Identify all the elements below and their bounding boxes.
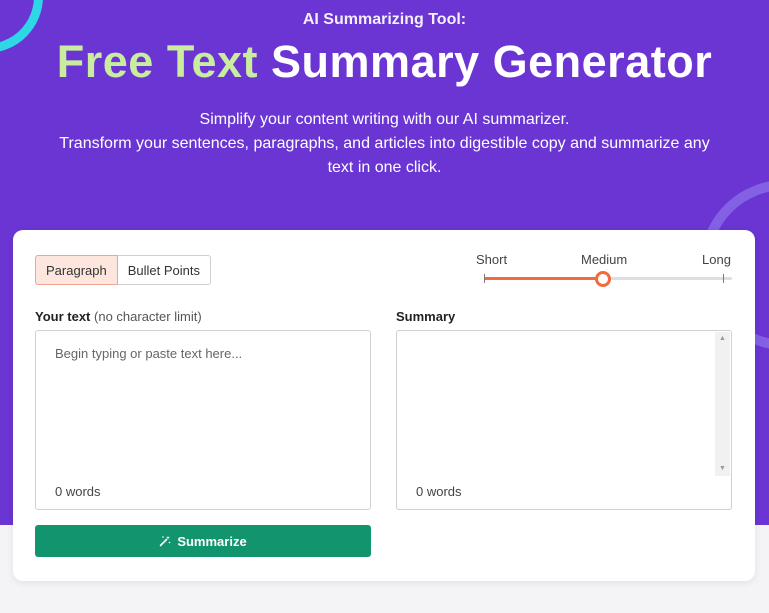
your-text-label: Your text (no character limit) <box>35 309 202 324</box>
slider-thumb[interactable] <box>595 271 611 287</box>
length-label-long: Long <box>702 252 731 267</box>
mode-paragraph-button[interactable]: Paragraph <box>35 255 118 285</box>
length-label-medium: Medium <box>581 252 628 267</box>
scroll-down-icon[interactable]: ▼ <box>715 462 730 476</box>
length-label-short: Short <box>476 252 508 267</box>
summarizer-card: Paragraph Bullet Points Short Medium Lon… <box>13 230 755 581</box>
slider-fill <box>484 277 603 280</box>
summary-word-count: 0 words <box>416 484 462 499</box>
mode-bullet-points-button[interactable]: Bullet Points <box>117 255 211 285</box>
mode-toggle: Paragraph Bullet Points <box>35 255 211 285</box>
slider-tick <box>723 274 724 283</box>
subtitle-line: text in one click. <box>327 159 442 176</box>
input-word-count: 0 words <box>55 484 101 499</box>
text-input[interactable]: Begin typing or paste text here... 0 wor… <box>35 330 371 510</box>
hero-subtitle: Simplify your content writing with our A… <box>20 108 749 180</box>
summarize-label: Summarize <box>177 533 247 549</box>
summary-title: Summary <box>396 309 456 324</box>
text-input-placeholder: Begin typing or paste text here... <box>55 346 243 361</box>
subtitle-line: Transform your sentences, paragraphs, an… <box>59 135 710 152</box>
summarize-button[interactable]: Summarize <box>35 525 371 557</box>
summary-label: Summary <box>396 309 455 324</box>
your-text-hint: (no character limit) <box>94 309 202 324</box>
length-slider[interactable]: Short Medium Long <box>476 252 733 292</box>
eyebrow-text: AI Summarizing Tool: <box>302 11 467 28</box>
slider-tick <box>484 274 485 283</box>
scroll-up-icon[interactable]: ▲ <box>715 332 730 346</box>
page-title: Free Text Summary Generator <box>0 36 769 88</box>
title-accent: Free Text <box>56 36 259 87</box>
summary-scrollbar[interactable]: ▲ ▼ <box>715 332 730 476</box>
subtitle-line: Simplify your content writing with our A… <box>199 111 570 128</box>
wand-icon <box>159 535 171 547</box>
summary-output[interactable]: ▲ ▼ 0 words <box>396 330 732 510</box>
title-main: Summary Generator <box>271 36 713 87</box>
page: AI Summarizing Tool: Free Text Summary G… <box>0 0 769 613</box>
your-text-title: Your text <box>35 309 91 324</box>
